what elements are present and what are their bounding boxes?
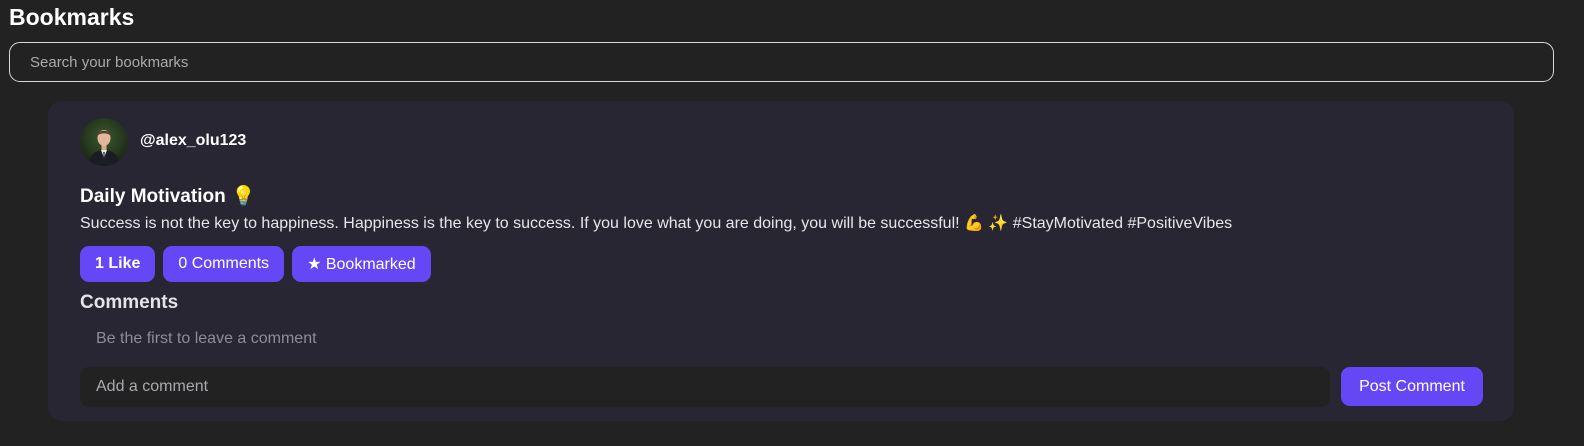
user-avatar-photo [80, 118, 128, 166]
post-title-text: Daily Motivation [80, 186, 226, 207]
post-title: Daily Motivation 💡 [80, 184, 255, 208]
post-author-username[interactable]: @alex_olu123 [140, 132, 246, 150]
page-title: Bookmarks [9, 4, 135, 30]
no-comments-text: Be the first to leave a comment [96, 330, 317, 347]
comment-input[interactable] [80, 367, 1330, 407]
bookmarked-post-card: @alex_olu123 Daily Motivation 💡 Success i… [48, 101, 1514, 421]
avatar[interactable] [80, 118, 128, 166]
search-input[interactable] [9, 42, 1554, 82]
lightbulb-icon: 💡 [231, 186, 256, 207]
comments-button[interactable]: 0 Comments [163, 246, 285, 282]
like-button[interactable]: 1 Like [80, 246, 156, 282]
post-body: Success is not the key to happiness. Hap… [80, 215, 1233, 232]
post-actions: 1 Like 0 Comments ★ Bookmarked [80, 246, 431, 282]
post-comment-button[interactable]: Post Comment [1341, 367, 1483, 406]
comments-heading: Comments [80, 292, 179, 313]
bookmark-button[interactable]: ★ Bookmarked [292, 246, 431, 282]
